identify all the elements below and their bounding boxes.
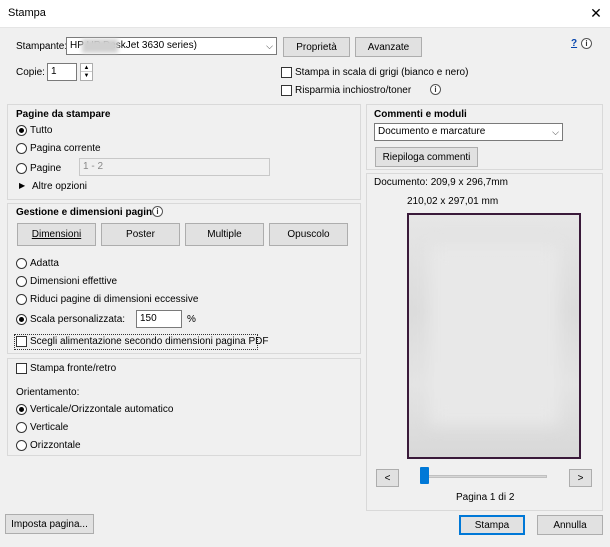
advanced-button[interactable]: Avanzate [355,37,422,57]
sizing-info-icon[interactable]: i [152,206,163,217]
copies-stepper[interactable]: ▲ ▼ [80,63,93,81]
tab-multiple[interactable]: Multiple [185,223,264,246]
orientation-landscape-radio[interactable] [16,440,27,451]
expand-triangle-icon[interactable]: ▶ [19,181,25,190]
chevron-down-icon: ⌵ [266,41,273,51]
orientation-title: Orientamento: [16,387,80,398]
pages-range-input[interactable]: 1 - 2 [79,158,270,176]
orientation-auto-label: Verticale/Orizzontale automatico [30,404,174,415]
shrink-radio[interactable] [16,294,27,305]
preview-content [429,245,559,425]
page-size: 210,02 x 297,01 mm [407,196,499,207]
help-link[interactable]: ? [571,38,577,49]
fit-radio[interactable] [16,258,27,269]
chevron-down-icon: ⌵ [552,127,559,137]
properties-button[interactable]: Proprietà [283,37,350,57]
stepper-down-icon[interactable]: ▼ [81,72,92,80]
custom-scale-input[interactable]: 150 [136,310,182,328]
save-ink-label: Risparmia inchiostro/toner [295,85,412,96]
prev-page-button[interactable]: < [376,469,399,487]
pages-range-radio[interactable] [16,163,27,174]
tab-opuscolo[interactable]: Opuscolo [269,223,348,246]
tab-dimensioni[interactable]: Dimensioni [17,223,96,246]
pages-all-label: Tutto [30,125,53,136]
save-ink-info-icon[interactable]: i [430,84,441,95]
page-preview [407,213,581,459]
comments-title: Commenti e moduli [374,109,467,120]
info-icon[interactable]: i [581,38,592,49]
page-slider-handle[interactable] [420,467,429,484]
title-bar [0,0,610,28]
pages-current-label: Pagina corrente [30,143,101,154]
page-setup-button[interactable]: Imposta pagina... [5,514,94,534]
sizing-title: Gestione e dimensioni pagina [16,207,158,218]
actual-size-radio[interactable] [16,276,27,287]
orientation-auto-radio[interactable] [16,404,27,415]
duplex-label: Stampa fronte/retro [30,363,117,374]
custom-scale-label: Scala personalizzata: [30,314,126,325]
summarize-comments-button[interactable]: Riepiloga commenti [375,147,478,167]
pages-all-radio[interactable] [16,125,27,136]
copies-input[interactable]: 1 [47,63,77,81]
pages-title: Pagine da stampare [16,109,111,120]
paper-source-checkbox[interactable] [16,336,27,347]
copies-label: Copie: [16,67,45,78]
tab-poster[interactable]: Poster [101,223,180,246]
more-options-link[interactable]: Altre opzioni [32,181,87,192]
cancel-button[interactable]: Annulla [537,515,603,535]
window-title: Stampa [8,7,46,19]
custom-scale-radio[interactable] [16,314,27,325]
grayscale-checkbox[interactable] [281,67,292,78]
actual-size-label: Dimensioni effettive [30,276,118,287]
comments-select[interactable]: Documento e marcature ⌵ [374,123,563,141]
orientation-portrait-label: Verticale [30,422,69,433]
orientation-landscape-label: Orizzontale [30,440,81,451]
fit-label: Adatta [30,258,59,269]
duplex-checkbox[interactable] [16,363,27,374]
grayscale-label: Stampa in scala di grigi (bianco e nero) [295,67,469,78]
next-page-button[interactable]: > [569,469,592,487]
orientation-portrait-radio[interactable] [16,422,27,433]
comments-selected-value: Documento e marcature [378,126,486,137]
stepper-up-icon[interactable]: ▲ [81,64,92,72]
pages-current-radio[interactable] [16,143,27,154]
redacted-region [82,39,118,53]
print-button[interactable]: Stampa [459,515,525,535]
page-indicator: Pagina 1 di 2 [456,492,515,503]
page-slider-track[interactable] [421,475,547,478]
close-icon[interactable]: ✕ [586,4,606,22]
document-size: Documento: 209,9 x 296,7mm [374,177,508,188]
save-ink-checkbox[interactable] [281,85,292,96]
paper-source-label: Scegli alimentazione secondo dimensioni … [30,336,269,347]
custom-scale-unit: % [187,314,196,325]
printer-label: Stampante: [16,41,68,52]
shrink-label: Riduci pagine di dimensioni eccessive [30,294,199,305]
pages-range-label: Pagine [30,163,62,174]
